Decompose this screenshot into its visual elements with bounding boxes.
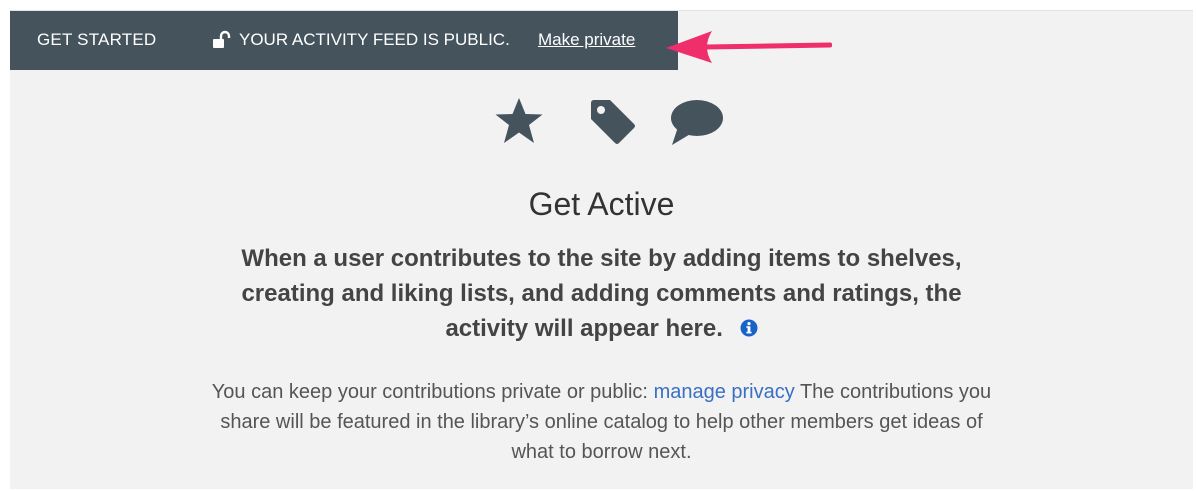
annotation-arrow [666,31,832,63]
star-icon [495,98,543,143]
manage-privacy-link[interactable]: manage privacy [654,381,795,403]
activity-toolbar: GET STARTED YOUR ACTIVITY FEED IS PUBLIC… [10,11,678,70]
comment-icon [671,100,723,145]
get-started-tab[interactable]: GET STARTED [37,30,156,50]
make-private-link[interactable]: Make private [538,30,635,50]
privacy-text-before: You can keep your contributions private … [211,381,648,403]
privacy-note: You can keep your contributions private … [210,377,993,467]
activity-panel: GET STARTED YOUR ACTIVITY FEED IS PUBLIC… [10,10,1193,489]
lead-text: When a user contributes to the site by a… [241,245,962,342]
info-icon[interactable] [740,319,758,337]
tag-icon [591,100,635,144]
empty-state-description: When a user contributes to the site by a… [200,241,1003,346]
page-title: Get Active [528,186,675,222]
feed-visibility-status: YOUR ACTIVITY FEED IS PUBLIC. [239,30,510,49]
unlocked-padlock-icon [213,30,231,48]
activity-icons [493,97,723,157]
